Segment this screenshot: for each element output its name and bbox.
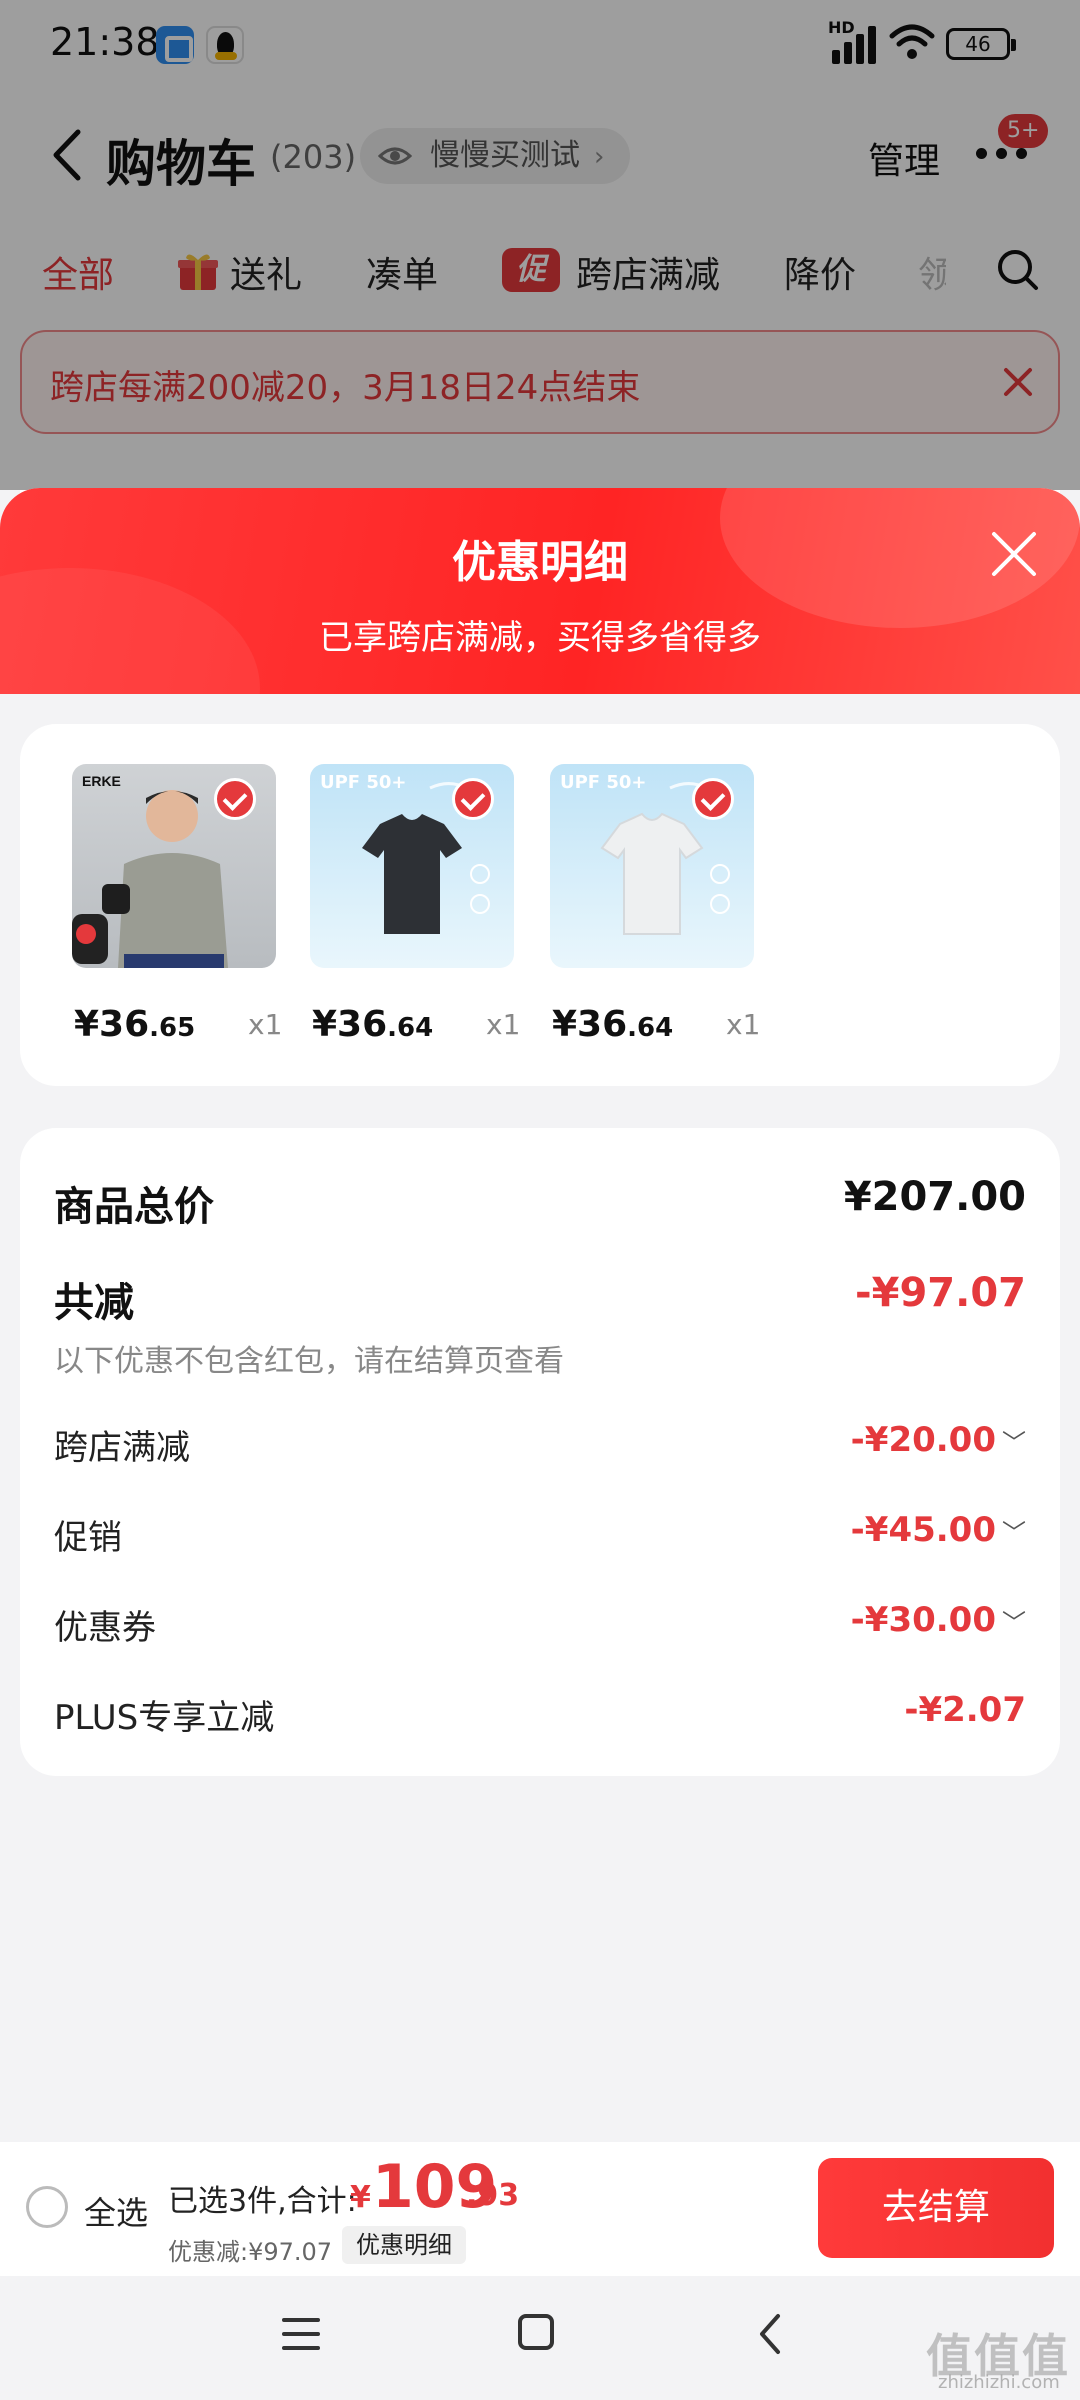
checkout-button[interactable]: 去结算 — [818, 2158, 1054, 2258]
text-watermark: 为什么每次爆料都是R — [310, 1137, 660, 1178]
select-all-radio[interactable] — [26, 2186, 68, 2228]
price-summary: 商品总价 ¥207.00 共减 -¥97.07 以下优惠不包含红包，请在结算页查… — [20, 1128, 1060, 1776]
close-icon[interactable] — [988, 528, 1040, 580]
upf-badge: UPF 50+ — [560, 772, 647, 793]
discount-value: -¥20.00 ﹀ — [850, 1420, 1026, 1460]
product-image[interactable]: UPF 50+ — [550, 764, 754, 968]
sheet-subtitle: 已享跨店满减，买得多省得多 — [319, 618, 761, 658]
check-icon[interactable] — [452, 778, 494, 820]
product-price: ¥36.64 — [312, 1004, 434, 1045]
home-icon[interactable] — [518, 2314, 554, 2350]
product-image[interactable]: UPF 50+ — [310, 764, 514, 968]
total-price-row: 商品总价 ¥207.00 — [54, 1174, 1026, 1234]
discount-label: PLUS专享立减 — [54, 1698, 275, 1738]
discount-detail-button[interactable]: 优惠明细 — [342, 2226, 466, 2264]
chevron-down-icon[interactable]: ﹀ — [1002, 1519, 1026, 1547]
discount-note: 以下优惠不包含红包，请在结算页查看 — [54, 1344, 564, 1379]
site-watermark-url: zhizhizhi.com — [938, 2372, 1060, 2393]
total-price-value: ¥207.00 — [843, 1174, 1026, 1220]
chevron-down-icon[interactable]: ﹀ — [1002, 1429, 1026, 1457]
product-item[interactable]: UPF 50+ ¥36.64 x1 — [550, 764, 760, 1045]
upf-badge: UPF 50+ — [320, 772, 407, 793]
selected-summary: 已选3件,合计: — [168, 2184, 357, 2219]
recent-apps-icon[interactable] — [282, 2316, 322, 2352]
modal-overlay[interactable] — [0, 0, 1080, 490]
discount-value: -¥2.07 — [904, 1690, 1026, 1730]
checkout-bar: 全选 已选3件,合计: ¥ 109 .93 优惠减:¥97.07 优惠明细 去结… — [0, 2142, 1080, 2276]
product-quantity: x1 — [486, 1008, 521, 1041]
discount-row-cross-store[interactable]: 跨店满减 -¥20.00 ﹀ — [54, 1420, 1026, 1470]
total-amount-decimal: .93 — [466, 2178, 520, 2213]
total-discount-row: 共减 -¥97.07 — [54, 1270, 1026, 1330]
product-image[interactable]: ERKE — [72, 764, 276, 968]
select-all-label[interactable]: 全选 — [84, 2188, 148, 2234]
saved-amount: 优惠减:¥97.07 — [168, 2238, 333, 2266]
total-discount-label: 共减 — [54, 1280, 134, 1326]
total-price-label: 商品总价 — [54, 1184, 214, 1230]
product-quantity: x1 — [726, 1008, 761, 1041]
back-icon[interactable] — [756, 2312, 784, 2356]
product-item[interactable]: UPF 50+ ¥36.64 x1 — [310, 764, 520, 1045]
product-quantity: x1 — [248, 1008, 283, 1041]
discount-row-coupon[interactable]: 优惠券 -¥30.00 ﹀ — [54, 1600, 1026, 1650]
product-price: ¥36.65 — [74, 1004, 196, 1045]
discount-row-promotion[interactable]: 促销 -¥45.00 ﹀ — [54, 1510, 1026, 1560]
sheet-title: 优惠明细 — [452, 537, 628, 588]
sheet-header: 优惠明细 已享跨店满减，买得多省得多 — [0, 488, 1080, 694]
system-navigation-bar: 值值值 zhizhizhi.com — [0, 2276, 1080, 2400]
discount-label: 促销 — [54, 1518, 122, 1558]
check-icon[interactable] — [692, 778, 734, 820]
discount-detail-sheet: 优惠明细 已享跨店满减，买得多省得多 ERKE ¥36.65 x1 UPF 50… — [0, 488, 1080, 2400]
total-discount-value: -¥97.07 — [855, 1270, 1026, 1316]
product-item[interactable]: ERKE ¥36.65 x1 — [72, 764, 282, 1045]
discount-label: 优惠券 — [54, 1608, 156, 1648]
brand-logo: ERKE — [82, 773, 121, 789]
discount-value: -¥30.00 ﹀ — [850, 1600, 1026, 1640]
check-icon[interactable] — [214, 778, 256, 820]
discount-label: 跨店满减 — [54, 1428, 190, 1468]
selected-products: ERKE ¥36.65 x1 UPF 50+ ¥36.64 x1 UPF 50+… — [20, 724, 1060, 1086]
product-price: ¥36.64 — [552, 1004, 674, 1045]
discount-row-plus: PLUS专享立减 -¥2.07 — [54, 1690, 1026, 1740]
chevron-down-icon[interactable]: ﹀ — [1002, 1609, 1026, 1637]
currency-symbol: ¥ — [350, 2180, 371, 2215]
discount-value: -¥45.00 ﹀ — [850, 1510, 1026, 1550]
